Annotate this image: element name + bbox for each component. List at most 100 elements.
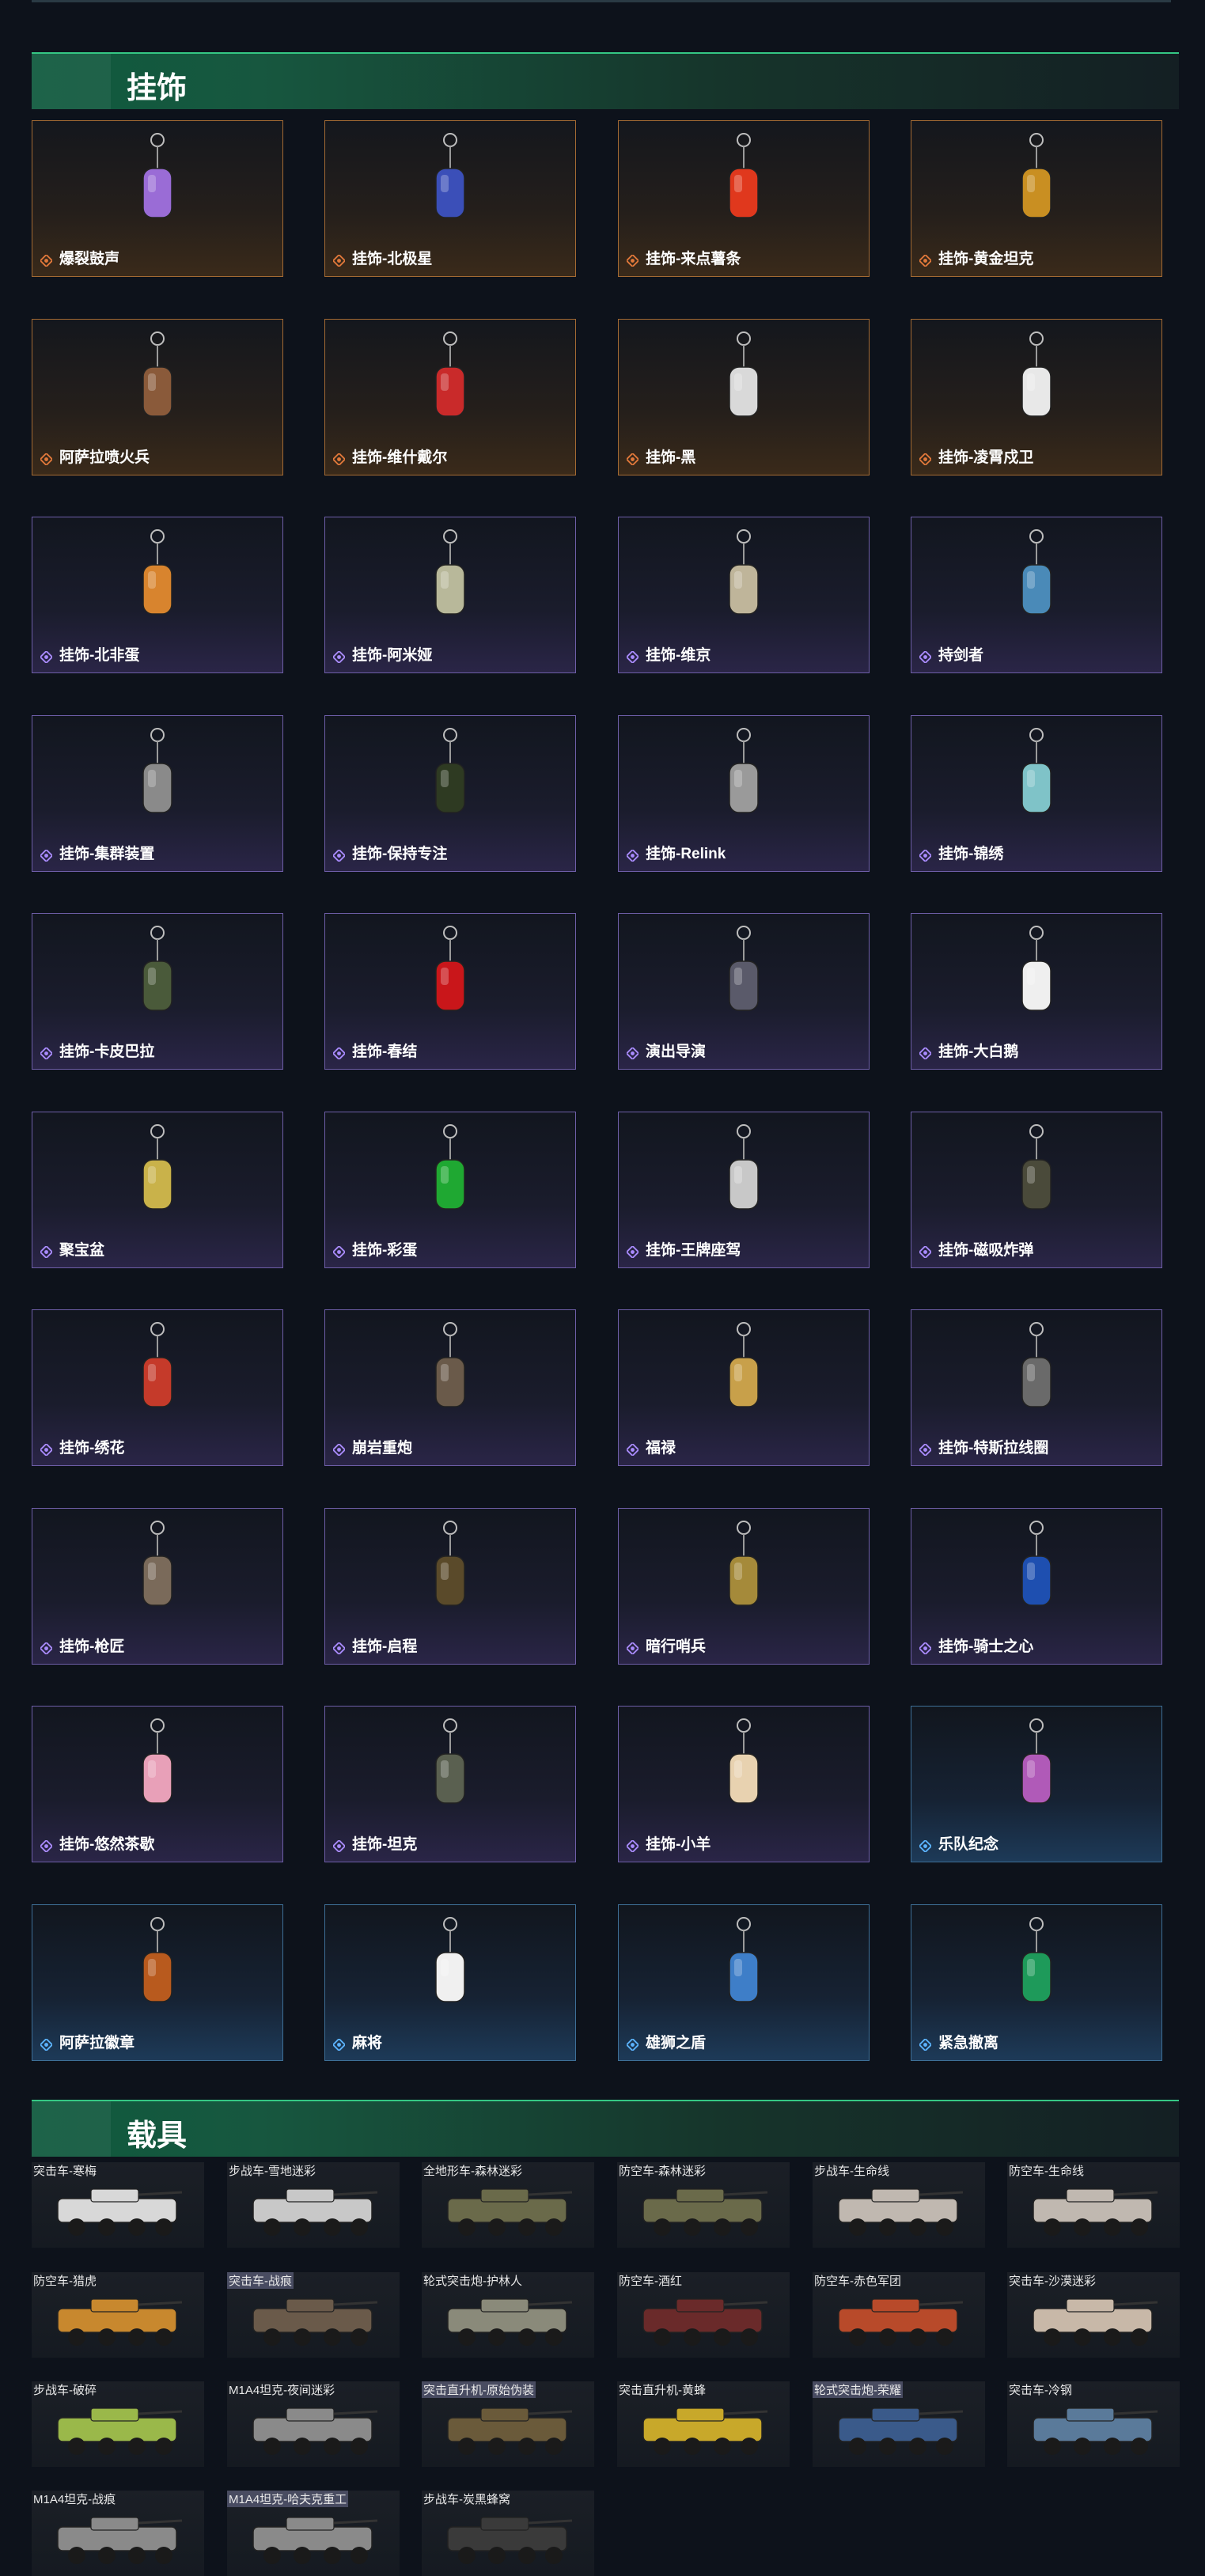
- vehicle-icon: [642, 2407, 768, 2455]
- charm-name: 麻将: [352, 2034, 383, 2051]
- armor-charm-icon: [1021, 1520, 1052, 1606]
- vehicle-label: 突击车-战痕: [227, 2272, 294, 2289]
- vehicle-tile[interactable]: 防空车-赤色军团: [813, 2272, 985, 2358]
- vehicle-label: 全地形车-森林迷彩: [423, 2165, 522, 2178]
- charm-name: 持剑者: [938, 647, 984, 664]
- vehicle-label: 防空车-生命线: [1009, 2165, 1084, 2178]
- vehicle-tile[interactable]: 突击直升机-原始伪装: [422, 2381, 594, 2467]
- charm-card[interactable]: 挂饰-坦克: [324, 1706, 576, 1862]
- charm-card[interactable]: 挂饰-维什戴尔: [324, 318, 576, 475]
- vehicle-tile[interactable]: 防空车-森林迷彩: [617, 2162, 790, 2248]
- charm-card[interactable]: 挂饰-集群装置: [32, 714, 283, 872]
- figure-charm-icon: [435, 1322, 465, 1407]
- charm-card[interactable]: 演出导演: [618, 913, 870, 1070]
- gourd-charm-icon: [729, 1322, 759, 1407]
- vehicle-icon: [57, 2298, 183, 2346]
- charm-card[interactable]: 紧急撤离: [911, 1904, 1162, 2061]
- vehicle-tile[interactable]: 全地形车-森林迷彩: [422, 2162, 594, 2248]
- vehicle-tile[interactable]: 步战车-生命线: [813, 2162, 985, 2248]
- charm-card[interactable]: 挂饰-保持专注: [324, 714, 576, 872]
- charm-name: 挂饰-锦绣: [938, 845, 1004, 862]
- charm-card[interactable]: 挂饰-枪匠: [32, 1507, 283, 1665]
- charm-card[interactable]: 挂饰-黑: [618, 318, 870, 475]
- vehicle-tile[interactable]: 防空车-生命线: [1007, 2162, 1180, 2248]
- charm-card[interactable]: 挂饰-绣花: [32, 1309, 283, 1466]
- vehicle-label: 突击直升机-原始伪装: [422, 2381, 536, 2398]
- vehicle-tile[interactable]: 突击直升机-黄蜂: [617, 2381, 790, 2467]
- charm-card[interactable]: 挂饰-来点薯条: [618, 120, 870, 277]
- rarity-diamond-icon: [919, 255, 931, 267]
- vehicle-tile[interactable]: 突击车-寒梅: [32, 2162, 204, 2248]
- charm-card[interactable]: 持剑者: [911, 517, 1162, 673]
- rarity-diamond-icon: [40, 1444, 52, 1456]
- charm-card[interactable]: 麻将: [324, 1904, 576, 2061]
- charm-card[interactable]: 挂饰-悠然茶歇: [32, 1706, 283, 1862]
- vehicle-tile[interactable]: 防空车-酒红: [617, 2272, 790, 2358]
- rarity-diamond-icon: [627, 1642, 638, 1654]
- vehicles-section-title: 载具: [127, 2120, 188, 2153]
- vehicle-tile[interactable]: M1A4坦克-战痕: [32, 2491, 204, 2576]
- diamond-charm-icon: [142, 727, 172, 813]
- bunny-charm-icon: [435, 529, 465, 615]
- charm-card[interactable]: 挂饰-北非蛋: [32, 517, 283, 673]
- rarity-diamond-icon: [333, 849, 345, 862]
- charm-card[interactable]: 阿萨拉徽章: [32, 1904, 283, 2061]
- rarity-diamond-icon: [333, 2038, 345, 2051]
- charm-name: 挂饰-北非蛋: [59, 647, 140, 664]
- charm-card[interactable]: 乐队纪念: [911, 1706, 1162, 1862]
- vehicle-tile[interactable]: 突击车-沙漠迷彩: [1007, 2272, 1180, 2358]
- vehicle-icon: [642, 2298, 768, 2346]
- soldier-charm-icon: [142, 331, 172, 417]
- charm-card[interactable]: 挂饰-王牌座驾: [618, 1111, 870, 1268]
- charm-card[interactable]: 挂饰-骑士之心: [911, 1507, 1162, 1665]
- charm-card[interactable]: 爆裂鼓声: [32, 120, 283, 277]
- charm-name: 挂饰-悠然茶歇: [59, 1836, 155, 1853]
- vehicle-tile[interactable]: 步战车-雪地迷彩: [227, 2162, 400, 2248]
- vehicle-tile[interactable]: 步战车-炭黑蜂窝: [422, 2491, 594, 2576]
- rarity-diamond-icon: [40, 2038, 52, 2051]
- rarity-diamond-icon: [333, 1840, 345, 1852]
- rarity-diamond-icon: [627, 453, 638, 465]
- charm-card[interactable]: 阿萨拉喷火兵: [32, 318, 283, 475]
- charm-card[interactable]: 挂饰-Relink: [618, 714, 870, 872]
- vehicle-tile[interactable]: 轮式突击炮-护林人: [422, 2272, 594, 2358]
- charm-card[interactable]: 挂饰-春结: [324, 913, 576, 1070]
- vehicle-tile[interactable]: M1A4坦克-夜间迷彩: [227, 2381, 400, 2467]
- charm-card[interactable]: 暗行哨兵: [618, 1507, 870, 1665]
- vehicle-label: 步战车-生命线: [814, 2165, 889, 2178]
- charm-card[interactable]: 雄狮之盾: [618, 1904, 870, 2061]
- charm-card[interactable]: 福禄: [618, 1309, 870, 1466]
- vehicle-tile[interactable]: 步战车-破碎: [32, 2381, 204, 2467]
- charm-card[interactable]: 挂饰-卡皮巴拉: [32, 913, 283, 1070]
- cake-charm-icon: [142, 1718, 172, 1804]
- rarity-diamond-icon: [333, 651, 345, 663]
- charm-card[interactable]: 聚宝盆: [32, 1111, 283, 1268]
- vehicle-tile[interactable]: M1A4坦克-哈夫克重工: [227, 2491, 400, 2576]
- charm-card[interactable]: 挂饰-启程: [324, 1507, 576, 1665]
- charm-card[interactable]: 挂饰-凌霄戍卫: [911, 318, 1162, 475]
- shield-charm-icon: [729, 1916, 759, 2002]
- charm-card[interactable]: 挂饰-彩蛋: [324, 1111, 576, 1268]
- charm-card[interactable]: 崩岩重炮: [324, 1309, 576, 1466]
- charm-card[interactable]: 挂饰-小羊: [618, 1706, 870, 1862]
- vehicle-label: M1A4坦克-夜间迷彩: [229, 2384, 335, 2397]
- charm-name: 挂饰-特斯拉线圈: [938, 1440, 1049, 1457]
- charm-card[interactable]: 挂饰-维京: [618, 517, 870, 673]
- charm-card[interactable]: 挂饰-阿米娅: [324, 517, 576, 673]
- vehicle-icon: [252, 2188, 378, 2236]
- lamb-charm-icon: [729, 1718, 759, 1804]
- charm-card[interactable]: 挂饰-锦绣: [911, 714, 1162, 872]
- plane-charm-icon: [729, 1123, 759, 1210]
- vehicle-tile[interactable]: 突击车-冷钢: [1007, 2381, 1180, 2467]
- vehicle-tile[interactable]: 防空车-猎虎: [32, 2272, 204, 2358]
- charm-card[interactable]: 挂饰-北极星: [324, 120, 576, 277]
- charm-card[interactable]: 挂饰-大白鹅: [911, 913, 1162, 1070]
- vehicle-label: 步战车-破碎: [33, 2384, 97, 2397]
- charm-card[interactable]: 挂饰-磁吸炸弹: [911, 1111, 1162, 1268]
- vehicle-icon: [447, 2517, 573, 2564]
- vehicle-tile[interactable]: 突击车-战痕: [227, 2272, 400, 2358]
- vehicle-tile[interactable]: 轮式突击炮-荣耀: [813, 2381, 985, 2467]
- charm-card[interactable]: 挂饰-黄金坦克: [911, 120, 1162, 277]
- rarity-diamond-icon: [627, 849, 638, 862]
- charm-card[interactable]: 挂饰-特斯拉线圈: [911, 1309, 1162, 1466]
